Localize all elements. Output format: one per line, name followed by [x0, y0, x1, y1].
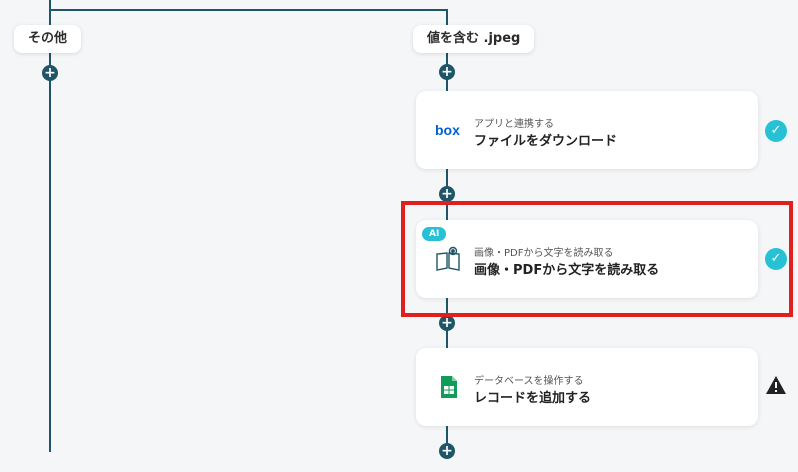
google-sheets-icon: [434, 373, 462, 401]
svg-text:box: box: [435, 122, 460, 138]
add-step-button-4[interactable]: +: [439, 443, 455, 459]
add-step-button-1[interactable]: +: [439, 64, 455, 80]
branch-label-contains-jpeg[interactable]: 値を含む .jpeg: [413, 25, 535, 53]
step-title: ファイルをダウンロード: [474, 134, 618, 149]
add-step-button-2[interactable]: +: [439, 186, 455, 202]
step-card-add-record[interactable]: データベースを操作する レコードを追加する: [416, 348, 758, 426]
highlight-frame: [401, 201, 793, 317]
add-step-button-3[interactable]: +: [439, 315, 455, 331]
step-subtitle: データベースを操作する: [474, 376, 584, 387]
step-title: レコードを追加する: [474, 391, 592, 406]
step-card-download-file[interactable]: box アプリと連携する ファイルをダウンロード: [416, 91, 758, 169]
branch-label-other[interactable]: その他: [14, 25, 82, 53]
connector-top-horizontal: [49, 9, 447, 11]
step-subtitle: アプリと連携する: [474, 119, 554, 130]
status-complete-icon: ✓: [765, 120, 787, 142]
warning-icon: [765, 375, 787, 395]
add-step-button-left[interactable]: +: [42, 65, 58, 81]
box-logo-icon: box: [434, 116, 462, 144]
